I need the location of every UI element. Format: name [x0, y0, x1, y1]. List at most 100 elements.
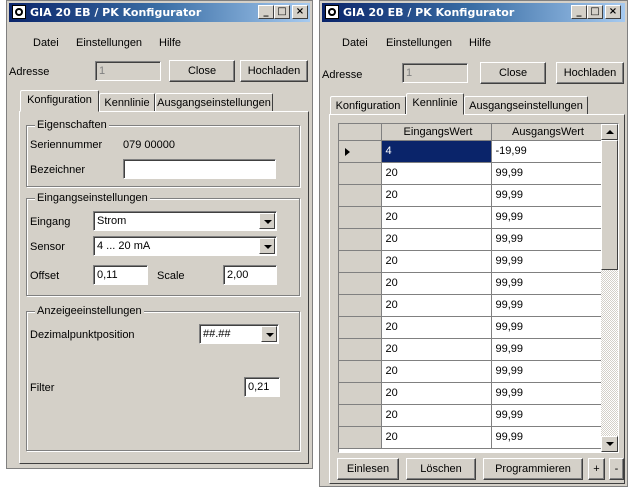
- cell-input-value[interactable]: 20: [381, 426, 492, 449]
- menu-datei[interactable]: Datei: [33, 37, 59, 49]
- row-header[interactable]: [339, 140, 382, 163]
- minimize-button[interactable]: _: [258, 5, 274, 19]
- cell-input-value[interactable]: 20: [381, 294, 492, 317]
- cell-output-value[interactable]: 99,99: [491, 184, 602, 207]
- chevron-down-icon[interactable]: [259, 213, 275, 229]
- row-header[interactable]: [339, 184, 382, 207]
- curve-table-body: EingangsWert AusgangsWert 4 -19,99 20 99,…: [339, 124, 602, 449]
- add-row-button[interactable]: +: [588, 458, 605, 480]
- row-header[interactable]: [339, 426, 382, 449]
- cell-input-value[interactable]: 20: [381, 228, 492, 251]
- cell-output-value[interactable]: 99,99: [491, 228, 602, 251]
- curve-table[interactable]: EingangsWert AusgangsWert 4 -19,99 20 99,…: [338, 123, 619, 453]
- row-header[interactable]: [339, 294, 382, 317]
- cell-input-value[interactable]: 20: [381, 272, 492, 295]
- app-icon[interactable]: [12, 5, 26, 19]
- scale-field[interactable]: 2,00: [223, 265, 277, 285]
- remove-row-button[interactable]: -: [609, 458, 624, 480]
- cell-output-value[interactable]: 99,99: [491, 294, 602, 317]
- menu-hilfe[interactable]: Hilfe: [469, 37, 491, 49]
- chevron-down-icon[interactable]: [261, 326, 277, 342]
- cell-input-value[interactable]: 20: [381, 360, 492, 383]
- designator-label: Bezeichner: [30, 164, 86, 176]
- cell-output-value[interactable]: 99,99: [491, 360, 602, 383]
- cell-output-value[interactable]: 99,99: [491, 162, 602, 185]
- cell-input-value[interactable]: 20: [381, 404, 492, 427]
- address-label: Adresse: [9, 66, 50, 78]
- cell-input-value[interactable]: 20: [381, 250, 492, 273]
- scroll-down-arrow-icon[interactable]: [601, 436, 618, 452]
- menu-hilfe[interactable]: Hilfe: [159, 37, 181, 49]
- cell-input-value[interactable]: 20: [381, 338, 492, 361]
- app-icon[interactable]: [325, 5, 339, 19]
- filter-field[interactable]: 0,21: [244, 377, 280, 397]
- decimal-label: Dezimalpunktposition: [30, 329, 135, 341]
- cell-output-value[interactable]: 99,99: [491, 382, 602, 405]
- right-title-bar[interactable]: GIA 20 EB / PK Konfigurator _ □ ×: [322, 3, 625, 22]
- close-window-button[interactable]: ×: [292, 5, 308, 19]
- window-title: GIA 20 EB / PK Konfigurator: [343, 6, 515, 19]
- row-header[interactable]: [339, 228, 382, 251]
- row-header[interactable]: [339, 360, 382, 383]
- maximize-button[interactable]: □: [274, 5, 290, 19]
- cell-input-value[interactable]: 20: [381, 206, 492, 229]
- sensor-select[interactable]: 4 ... 20 mA: [93, 236, 277, 256]
- tab-konfiguration[interactable]: Konfiguration: [330, 96, 406, 115]
- read-button[interactable]: Einlesen: [337, 458, 399, 480]
- program-button[interactable]: Programmieren: [483, 458, 583, 480]
- table-scrollbar[interactable]: [601, 124, 618, 452]
- row-header[interactable]: [339, 404, 382, 427]
- tab-kennlinie[interactable]: Kennlinie: [406, 93, 464, 115]
- cell-output-value[interactable]: 99,99: [491, 338, 602, 361]
- input-label: Eingang: [30, 216, 71, 228]
- serial-value: 079 00000: [123, 139, 175, 151]
- row-header[interactable]: [339, 162, 382, 185]
- decimal-select[interactable]: ##.##: [199, 324, 279, 344]
- cell-output-value[interactable]: 99,99: [491, 404, 602, 427]
- cell-input-value[interactable]: 20: [381, 162, 492, 185]
- row-header[interactable]: [339, 338, 382, 361]
- row-header[interactable]: [339, 272, 382, 295]
- cell-output-value[interactable]: 99,99: [491, 426, 602, 449]
- tab-konfiguration[interactable]: Konfiguration: [20, 90, 99, 112]
- upload-button[interactable]: Hochladen: [556, 62, 624, 84]
- menu-einstellungen[interactable]: Einstellungen: [386, 37, 452, 49]
- maximize-button[interactable]: □: [587, 5, 603, 19]
- close-window-button[interactable]: ×: [605, 5, 621, 19]
- input-settings-group: Eingangseinstellungen Eingang Strom Sens…: [26, 192, 300, 296]
- input-select[interactable]: Strom: [93, 211, 277, 231]
- row-header[interactable]: [339, 316, 382, 339]
- cell-input-value[interactable]: 20: [381, 184, 492, 207]
- scrollbar-thumb[interactable]: [601, 140, 618, 270]
- address-field[interactable]: 1: [95, 61, 161, 81]
- cell-input-value[interactable]: 20: [381, 382, 492, 405]
- tab-ausgangseinstellungen[interactable]: Ausgangseinstellungen: [464, 96, 588, 115]
- cell-input-value[interactable]: 20: [381, 316, 492, 339]
- scroll-up-arrow-icon[interactable]: [601, 124, 618, 140]
- row-header[interactable]: [339, 382, 382, 405]
- left-title-bar[interactable]: GIA 20 EB / PK Konfigurator _ □ ×: [9, 3, 310, 22]
- cell-input-value[interactable]: 4: [381, 140, 492, 163]
- column-header-input[interactable]: EingangsWert: [381, 124, 492, 141]
- address-field[interactable]: 1: [402, 63, 468, 83]
- chevron-down-icon[interactable]: [259, 238, 275, 254]
- offset-field[interactable]: 0,11: [93, 265, 148, 285]
- menu-einstellungen[interactable]: Einstellungen: [76, 37, 142, 49]
- tab-kennlinie[interactable]: Kennlinie: [99, 93, 155, 112]
- cell-output-value[interactable]: 99,99: [491, 250, 602, 273]
- designator-field[interactable]: [123, 159, 276, 179]
- menu-datei[interactable]: Datei: [342, 37, 368, 49]
- row-header[interactable]: [339, 250, 382, 273]
- cell-output-value[interactable]: 99,99: [491, 272, 602, 295]
- column-header-output[interactable]: AusgangsWert: [491, 124, 602, 141]
- close-button[interactable]: Close: [480, 62, 546, 84]
- close-button[interactable]: Close: [169, 60, 235, 82]
- cell-output-value[interactable]: 99,99: [491, 206, 602, 229]
- upload-button[interactable]: Hochladen: [240, 60, 308, 82]
- tab-ausgangseinstellungen[interactable]: Ausgangseinstellungen: [155, 93, 273, 112]
- row-header[interactable]: [339, 206, 382, 229]
- delete-button[interactable]: Löschen: [406, 458, 476, 480]
- cell-output-value[interactable]: -19,99: [491, 140, 602, 163]
- minimize-button[interactable]: _: [571, 5, 587, 19]
- cell-output-value[interactable]: 99,99: [491, 316, 602, 339]
